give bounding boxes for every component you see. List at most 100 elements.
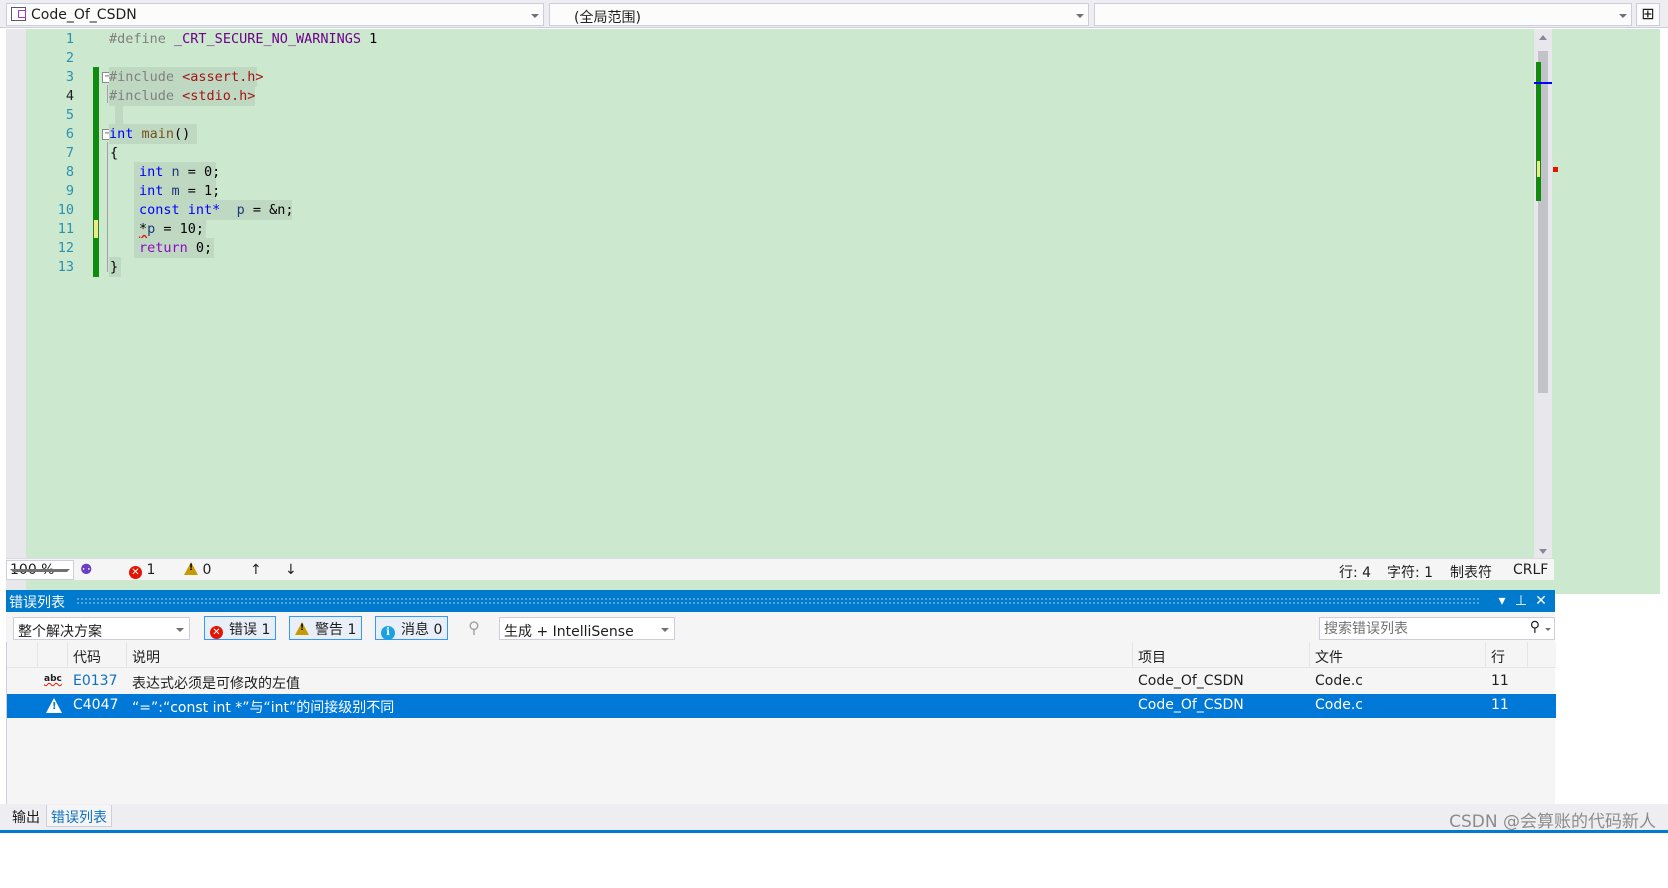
warnings-filter-button[interactable]: 警告 1: [289, 616, 363, 640]
change-marker: [93, 162, 99, 182]
code-text: *p = 10;: [139, 221, 205, 237]
column-header-description[interactable]: 说明: [127, 642, 1133, 668]
line-number: 5: [65, 107, 74, 123]
tab-error-list[interactable]: 错误列表: [46, 805, 112, 827]
build-source-dropdown[interactable]: 生成 + IntelliSense: [499, 617, 675, 640]
table-row-selected[interactable]: C4047 “=”:“const int *”与“int”的间接级别不同 Cod…: [7, 694, 1556, 718]
code-line: 9 int m = 1;: [6, 181, 1606, 201]
error-description: 表达式必须是可修改的左值: [132, 676, 300, 692]
line-ending[interactable]: CRLF: [1513, 562, 1548, 578]
column-header-line[interactable]: 行: [1486, 642, 1528, 668]
previous-issue-button[interactable]: ↑: [250, 562, 262, 578]
intellicode-icon[interactable]: ⚉: [80, 562, 93, 578]
line-number: 9: [65, 183, 74, 199]
line-number: 11: [57, 221, 74, 237]
line-indicator[interactable]: 行: 4: [1339, 562, 1371, 582]
error-search-input[interactable]: [1324, 620, 1514, 638]
code-text: {: [110, 145, 119, 161]
chevron-down-icon: [661, 628, 669, 632]
error-line: 11: [1491, 697, 1509, 713]
indent-mode[interactable]: 制表符: [1450, 562, 1492, 582]
column-header-code[interactable]: 代码: [68, 642, 127, 668]
warning-count[interactable]: 0: [184, 562, 211, 578]
error-code-link[interactable]: C4047: [68, 694, 123, 718]
pin-icon[interactable]: ⊥: [1512, 592, 1530, 610]
code-line: − 3 #include <assert.h>: [6, 67, 1606, 87]
line-number: 10: [57, 202, 74, 218]
info-icon: i: [381, 626, 395, 640]
error-project: Code_Of_CSDN: [1138, 673, 1244, 689]
column-header-project[interactable]: 项目: [1133, 642, 1310, 668]
code-line: − 6 int main(): [6, 124, 1606, 144]
close-icon[interactable]: ✕: [1532, 592, 1550, 610]
code-text: int main(): [109, 126, 191, 142]
column-header-marker[interactable]: [7, 642, 38, 668]
line-number: 8: [65, 164, 74, 180]
project-dropdown-value: Code_Of_CSDN: [31, 7, 137, 23]
scope-dropdown[interactable]: (全局范围): [549, 3, 1089, 26]
chevron-down-icon: [176, 628, 184, 632]
error-count[interactable]: ✕ 1: [129, 562, 155, 579]
line-number: 3: [65, 69, 74, 85]
code-line: 13 }: [6, 257, 1606, 277]
column-header-file[interactable]: 文件: [1310, 642, 1486, 668]
error-icon: ✕: [129, 566, 142, 579]
code-line: 8 int n = 0;: [6, 162, 1606, 182]
line-number: 7: [65, 145, 74, 161]
change-marker-unsaved: [93, 219, 99, 239]
error-file: Code.c: [1315, 697, 1363, 713]
next-issue-button[interactable]: ↓: [285, 562, 297, 578]
code-line: 7 {: [6, 143, 1606, 163]
change-marker: [93, 200, 99, 220]
column-indicator[interactable]: 字符: 1: [1387, 562, 1433, 582]
change-marker: [93, 67, 99, 87]
errors-filter-button[interactable]: ✕ 错误 1: [204, 616, 277, 640]
error-search-box[interactable]: ⚲: [1319, 617, 1555, 640]
arrow-down-icon: ↓: [285, 562, 297, 578]
scroll-down-icon[interactable]: [1539, 549, 1547, 554]
error-description: “=”:“const int *”与“int”的间接级别不同: [132, 700, 395, 716]
table-row[interactable]: abc E0137 表达式必须是可修改的左值 Code_Of_CSDN Code…: [7, 670, 1556, 694]
code-text: #include <assert.h>: [109, 69, 264, 85]
zoom-dropdown[interactable]: 100 %: [6, 560, 74, 580]
panel-title: 错误列表: [9, 595, 65, 611]
grid-header: 代码 说明 项目 文件 行: [7, 642, 1556, 668]
fold-guide: [107, 142, 108, 272]
member-dropdown[interactable]: [1094, 3, 1632, 26]
split-window-icon: ⊞: [1641, 4, 1655, 23]
error-squiggle: *: [139, 221, 148, 237]
code-text: int m = 1;: [139, 183, 221, 199]
messages-filter-button[interactable]: i 消息 0: [375, 616, 449, 640]
tab-output[interactable]: 输出: [8, 805, 44, 827]
scope-filter-dropdown[interactable]: 整个解决方案: [13, 617, 190, 640]
error-code-link[interactable]: E0137: [68, 670, 122, 694]
warning-icon: [46, 698, 62, 713]
project-dropdown[interactable]: Code_Of_CSDN: [6, 3, 544, 26]
scrollbar-error-marker: [1553, 167, 1558, 172]
search-icon[interactable]: ⚲: [1530, 619, 1540, 635]
chevron-down-icon: [531, 14, 539, 18]
filter-icon[interactable]: ⚲: [463, 618, 485, 638]
code-text: #include <stdio.h>: [109, 88, 256, 104]
scroll-up-icon[interactable]: [1539, 35, 1547, 40]
project-icon: [11, 7, 26, 21]
error-project: Code_Of_CSDN: [1138, 697, 1244, 713]
line-number: 4: [65, 88, 74, 104]
code-line: 12 return 0;: [6, 238, 1606, 258]
line-number: 12: [57, 240, 74, 256]
scrollbar-unsaved-map: [1536, 160, 1541, 178]
code-editor[interactable]: 1 #define _CRT_SECURE_NO_WARNINGS 1 2 − …: [6, 29, 1660, 594]
split-window-button[interactable]: ⊞: [1636, 3, 1660, 26]
code-text: return 0;: [139, 240, 213, 256]
selection-highlight: [115, 105, 123, 125]
error-list-grid: 代码 说明 项目 文件 行 abc E0137 表达式必须是可修改的左值 Cod…: [6, 642, 1556, 804]
chevron-down-icon[interactable]: [1545, 628, 1551, 631]
code-line: 10 const int* p = &n;: [6, 200, 1606, 220]
panel-menu-icon[interactable]: ▾: [1493, 592, 1511, 610]
column-header-icon[interactable]: [38, 642, 68, 668]
change-marker: [93, 86, 99, 106]
build-source-value: 生成 + IntelliSense: [504, 624, 634, 640]
drag-grip[interactable]: [76, 597, 1480, 605]
change-marker: [93, 105, 99, 125]
chevron-down-icon: [1076, 14, 1084, 18]
